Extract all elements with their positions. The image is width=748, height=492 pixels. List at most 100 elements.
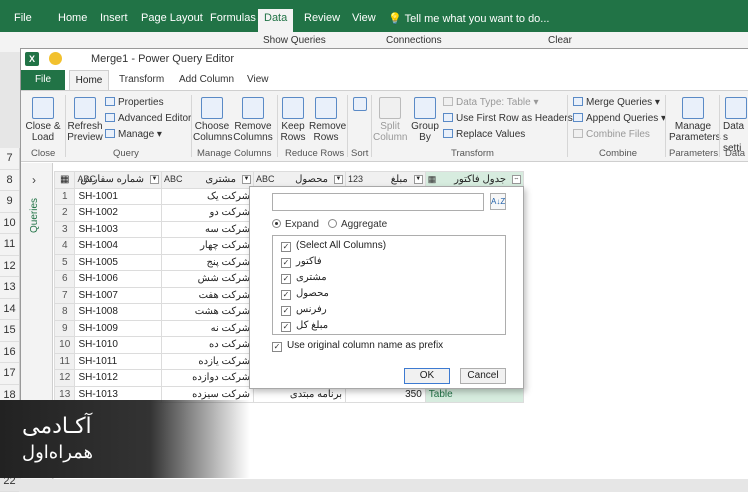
tell-me-search[interactable]: 💡 Tell me what you want to do...: [388, 12, 549, 25]
data-source-settings-button[interactable]: Data s setti: [723, 97, 748, 154]
checklist-item[interactable]: ✓فاکتور: [281, 256, 322, 268]
show-queries-button[interactable]: Show Queries: [263, 35, 326, 46]
type-text-icon[interactable]: ABC: [77, 174, 96, 184]
properties-button[interactable]: Properties: [105, 97, 164, 108]
excel-tab-formulas[interactable]: Formulas: [210, 12, 256, 24]
filter-dropdown-icon[interactable]: ▼: [414, 175, 423, 184]
tab-view[interactable]: View: [247, 74, 269, 85]
cell[interactable]: SH-1011: [75, 353, 162, 370]
cell[interactable]: شرکت دو: [161, 205, 253, 222]
column-header-customer[interactable]: ABCمشتری▼: [161, 172, 253, 189]
cell[interactable]: SH-1008: [75, 304, 162, 321]
excel-tab-review[interactable]: Review: [304, 12, 340, 24]
refresh-preview-button[interactable]: Refresh Preview: [67, 97, 103, 143]
ok-button[interactable]: OK: [404, 368, 450, 384]
remove-rows-button[interactable]: Remove Rows: [309, 97, 343, 143]
queries-pane-label[interactable]: Queries: [29, 198, 40, 233]
filter-dropdown-icon[interactable]: ▼: [242, 175, 251, 184]
expand-radio[interactable]: Expand: [272, 219, 319, 230]
row-header[interactable]: 10: [0, 213, 19, 235]
cell[interactable]: SH-1003: [75, 221, 162, 238]
expand-column-icon[interactable]: ⇔: [512, 175, 521, 184]
cancel-button[interactable]: Cancel: [460, 368, 506, 384]
cell[interactable]: شرکت چهار: [161, 238, 253, 255]
choose-columns-button[interactable]: Choose Columns: [193, 97, 231, 143]
type-text-icon[interactable]: ABC: [256, 174, 275, 184]
checklist-item[interactable]: ✓محصول: [281, 288, 329, 300]
chevron-right-icon[interactable]: ›: [32, 173, 36, 187]
combine-files-button[interactable]: Combine Files: [573, 129, 650, 140]
smiley-feedback-icon[interactable]: [49, 52, 62, 65]
column-search-input[interactable]: [272, 193, 484, 211]
cell[interactable]: SH-1002: [75, 205, 162, 222]
cell[interactable]: SH-1009: [75, 320, 162, 337]
cell[interactable]: SH-1006: [75, 271, 162, 288]
cell[interactable]: SH-1010: [75, 337, 162, 354]
cell[interactable]: شرکت هشت: [161, 304, 253, 321]
cell[interactable]: SH-1004: [75, 238, 162, 255]
close-load-button[interactable]: Close & Load: [25, 97, 61, 143]
cell[interactable]: شرکت سه: [161, 221, 253, 238]
checklist-item[interactable]: ✓مشتری: [281, 272, 327, 284]
checklist-item[interactable]: ✓(Select All Columns): [281, 240, 386, 252]
manage-parameters-button[interactable]: Manage Parameters: [669, 97, 717, 143]
cell[interactable]: شرکت پنج: [161, 254, 253, 271]
excel-tab-view[interactable]: View: [352, 12, 376, 24]
advanced-editor-button[interactable]: Advanced Editor: [105, 113, 191, 124]
tab-file[interactable]: File: [21, 70, 65, 90]
tab-home[interactable]: Home: [69, 70, 109, 91]
manage-button[interactable]: Manage ▾: [105, 129, 162, 140]
row-header[interactable]: 15: [0, 320, 19, 342]
append-queries-button[interactable]: Append Queries ▾: [573, 113, 666, 124]
checklist-item[interactable]: ✓مبلغ کل: [281, 320, 328, 332]
row-header[interactable]: 8: [0, 170, 19, 192]
row-header[interactable]: 9: [0, 191, 19, 213]
row-header[interactable]: 11: [0, 234, 19, 256]
excel-tab-page-layout[interactable]: Page Layout: [141, 12, 203, 24]
use-prefix-checkbox[interactable]: ✓Use original column name as prefix: [272, 340, 443, 352]
excel-tab-insert[interactable]: Insert: [100, 12, 128, 24]
type-number-icon[interactable]: 123: [348, 174, 363, 184]
sort-az-icon[interactable]: A↓Z: [490, 193, 506, 210]
connections-button[interactable]: Connections: [386, 35, 442, 46]
cell[interactable]: شرکت هفت: [161, 287, 253, 304]
row-header[interactable]: 13: [0, 277, 19, 299]
excel-tab-file[interactable]: File: [14, 12, 32, 24]
type-table-icon[interactable]: ▦: [428, 174, 437, 185]
row-header[interactable]: 7: [0, 148, 19, 170]
keep-rows-button[interactable]: Keep Rows: [279, 97, 307, 143]
cell[interactable]: SH-1012: [75, 370, 162, 387]
excel-tab-home[interactable]: Home: [58, 12, 87, 24]
sort-ascending-button[interactable]: [351, 97, 369, 113]
data-type-dropdown[interactable]: Data Type: Table ▾: [443, 97, 539, 108]
cell[interactable]: SH-1001: [75, 188, 162, 205]
column-header-order-number[interactable]: ABCشماره سفارش▼: [75, 172, 162, 189]
checklist-item[interactable]: ✓رفرنس: [281, 304, 327, 316]
cell[interactable]: SH-1005: [75, 254, 162, 271]
type-text-icon[interactable]: ABC: [164, 174, 183, 184]
cell[interactable]: شرکت ده: [161, 337, 253, 354]
cell[interactable]: شرکت یک: [161, 188, 253, 205]
split-column-button[interactable]: Split Column: [373, 97, 407, 143]
filter-dropdown-icon[interactable]: ▼: [334, 175, 343, 184]
merge-queries-button[interactable]: Merge Queries ▾: [573, 97, 660, 108]
table-menu-icon[interactable]: ▦: [55, 172, 75, 189]
row-header[interactable]: 17: [0, 363, 19, 385]
aggregate-radio[interactable]: Aggregate: [328, 219, 387, 230]
cell[interactable]: شرکت نه: [161, 320, 253, 337]
replace-values-button[interactable]: Replace Values: [443, 129, 525, 140]
tab-transform[interactable]: Transform: [119, 74, 164, 85]
cell[interactable]: شرکت دوازده: [161, 370, 253, 387]
remove-columns-button[interactable]: Remove Columns: [233, 97, 273, 143]
use-first-row-button[interactable]: Use First Row as Headers ▾: [443, 113, 581, 124]
row-header[interactable]: 16: [0, 342, 19, 364]
cell[interactable]: شرکت یازده: [161, 353, 253, 370]
cell[interactable]: SH-1007: [75, 287, 162, 304]
row-header[interactable]: 14: [0, 299, 19, 321]
filter-dropdown-icon[interactable]: ▼: [150, 175, 159, 184]
group-by-button[interactable]: Group By: [411, 97, 439, 143]
cell[interactable]: شرکت شش: [161, 271, 253, 288]
tab-add-column[interactable]: Add Column: [179, 74, 234, 85]
row-header[interactable]: 12: [0, 256, 19, 278]
clear-button[interactable]: Clear: [548, 35, 572, 46]
